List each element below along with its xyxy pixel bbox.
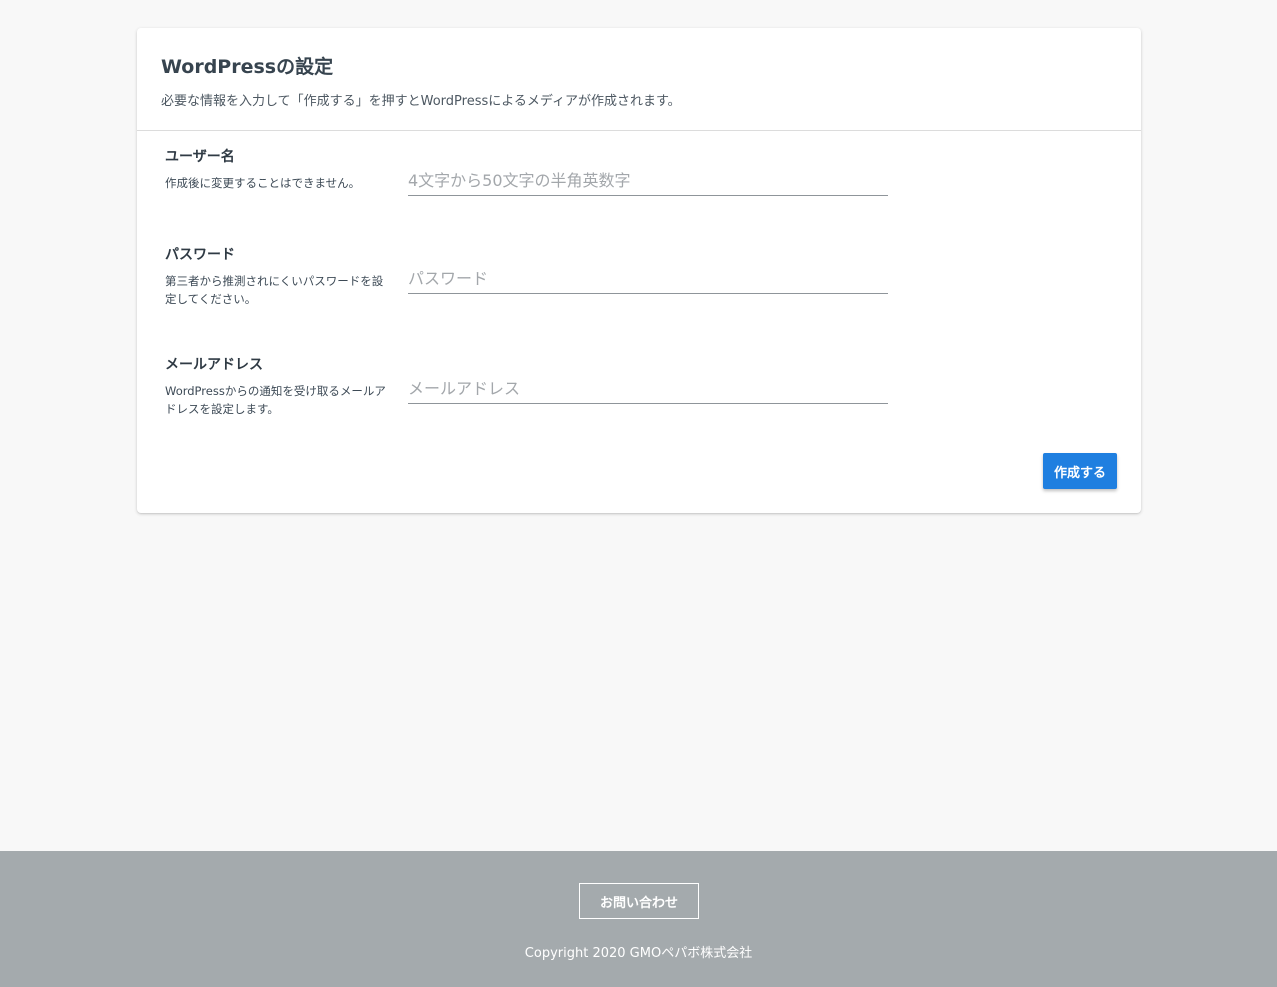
page-description: 必要な情報を入力して「作成する」を押すとWordPressによるメディアが作成さ…: [161, 94, 681, 109]
page-title: WordPressの設定: [161, 56, 334, 78]
username-label: ユーザー名: [165, 149, 235, 165]
email-label: メールアドレス: [165, 357, 263, 373]
password-input-wrapper: [408, 264, 888, 294]
card-header: WordPressの設定 必要な情報を入力して「作成する」を押すとWordPre…: [137, 28, 1141, 131]
wordpress-settings-card: WordPressの設定 必要な情報を入力して「作成する」を押すとWordPre…: [137, 28, 1141, 513]
password-input[interactable]: [408, 264, 888, 294]
email-input-wrapper: [408, 374, 888, 404]
email-input[interactable]: [408, 374, 888, 404]
password-label-group: パスワード 第三者から推測されにくいパスワードを設定してください。: [165, 246, 387, 308]
username-label-group: ユーザー名 作成後に変更することはできません。: [165, 148, 387, 192]
create-button[interactable]: 作成する: [1043, 453, 1117, 489]
email-help-text: WordPressからの通知を受け取るメールアドレスを設定します。: [165, 384, 386, 416]
username-input[interactable]: [408, 166, 888, 196]
email-label-group: メールアドレス WordPressからの通知を受け取るメールアドレスを設定します…: [165, 356, 387, 418]
username-help-text: 作成後に変更することはできません。: [165, 176, 361, 190]
page-footer: お問い合わせ Copyright 2020 GMOペパボ株式会社: [0, 851, 1277, 987]
password-label: パスワード: [165, 247, 235, 263]
contact-button[interactable]: お問い合わせ: [579, 883, 699, 919]
copyright-text: Copyright 2020 GMOペパボ株式会社: [524, 946, 753, 961]
password-help-text: 第三者から推測されにくいパスワードを設定してください。: [165, 274, 384, 306]
username-input-wrapper: [408, 166, 888, 196]
